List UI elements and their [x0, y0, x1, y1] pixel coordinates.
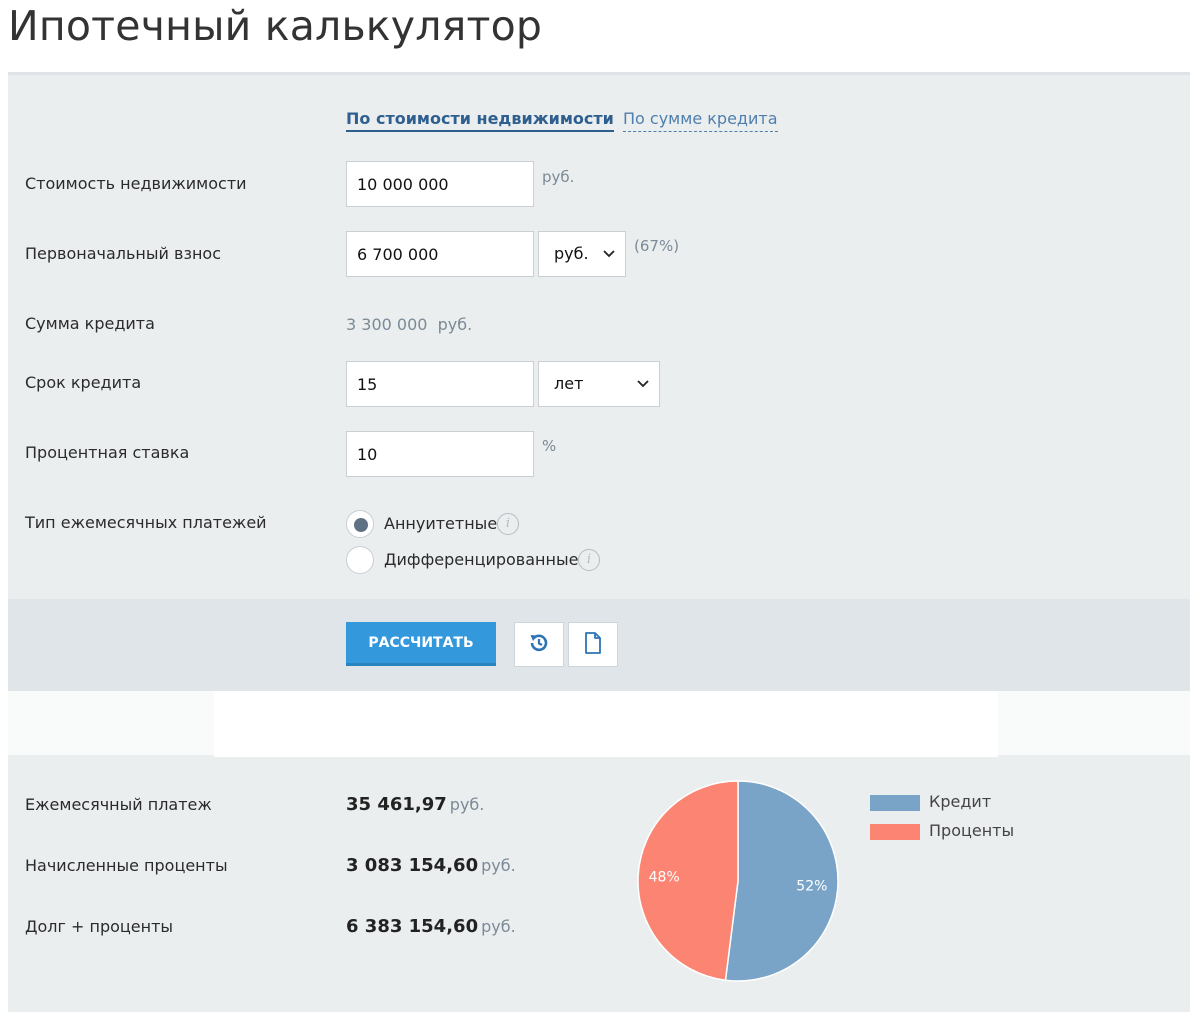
down-payment-label: Первоначальный взнос: [25, 244, 221, 263]
down-payment-unit-select[interactable]: руб.: [538, 231, 626, 277]
document-icon: [583, 631, 603, 659]
down-payment-percent: (67%): [634, 237, 680, 255]
pie-label-credit: 52%: [796, 879, 827, 895]
accrued-interest-unit: руб.: [481, 856, 516, 875]
payment-type-label: Тип ежемесячных платежей: [25, 513, 267, 532]
total-debt-number: 6 383 154,60: [346, 916, 479, 937]
monthly-payment-unit: руб.: [449, 795, 485, 814]
radio-differentiated-label[interactable]: Дифференцированные: [384, 550, 578, 569]
total-debt-label: Долг + проценты: [25, 917, 174, 936]
calculate-button[interactable]: РАССЧИТАТЬ: [346, 622, 496, 666]
loan-amount-value: 3 300 000 руб.: [346, 315, 472, 334]
property-cost-label: Стоимость недвижимости: [25, 174, 247, 193]
rate-input[interactable]: [346, 431, 534, 477]
down-payment-unit-value: руб.: [554, 244, 589, 263]
accrued-interest-number: 3 083 154,60: [346, 855, 479, 876]
legend-swatch-interest: [870, 824, 920, 840]
radio-selected-dot: [354, 518, 368, 532]
total-debt-unit: руб.: [481, 917, 516, 936]
blank-area: [214, 691, 998, 757]
rate-label: Процентная ставка: [25, 443, 190, 462]
reset-button[interactable]: [514, 622, 564, 667]
monthly-payment-label: Ежемесячный платеж: [25, 795, 212, 814]
calculator-panel: По стоимости недвижимости По сумме креди…: [8, 72, 1190, 1012]
radio-annuity-label[interactable]: Аннуитетные: [384, 514, 497, 533]
loan-amount-label: Сумма кредита: [25, 314, 155, 333]
legend-label-interest: Проценты: [929, 821, 1015, 840]
term-input[interactable]: [346, 361, 534, 407]
info-icon[interactable]: i: [497, 513, 519, 535]
loan-amount-unit: руб.: [437, 315, 473, 334]
accrued-interest-label: Начисленные проценты: [25, 856, 228, 875]
legend-label-credit: Кредит: [929, 792, 992, 811]
property-cost-input[interactable]: [346, 161, 534, 207]
reset-icon: [528, 632, 550, 658]
document-button[interactable]: [568, 622, 618, 667]
monthly-payment-number: 35 461,97: [346, 794, 447, 815]
down-payment-input[interactable]: [346, 231, 534, 277]
accrued-interest-value: 3 083 154,60 руб.: [346, 855, 516, 876]
legend-swatch-credit: [870, 795, 920, 811]
radio-annuity[interactable]: [346, 510, 374, 538]
action-bar: РАССЧИТАТЬ: [8, 599, 1190, 689]
radio-differentiated[interactable]: [346, 546, 374, 574]
loan-amount-number: 3 300 000: [346, 315, 428, 334]
info-icon[interactable]: i: [578, 549, 600, 571]
property-cost-unit: руб.: [542, 168, 575, 186]
tab-by-loan-amount[interactable]: По сумме кредита: [623, 109, 778, 132]
results-divider: [8, 689, 1190, 757]
total-debt-value: 6 383 154,60 руб.: [346, 916, 516, 937]
chevron-down-icon: [637, 362, 649, 424]
term-unit-value: лет: [554, 374, 584, 393]
monthly-payment-value: 35 461,97 руб.: [346, 794, 484, 815]
term-label: Срок кредита: [25, 373, 142, 392]
term-unit-select[interactable]: лет: [538, 361, 660, 407]
payment-pie-chart: 52% 48%: [637, 780, 839, 982]
pie-label-interest: 48%: [649, 869, 680, 885]
chevron-down-icon: [603, 232, 615, 294]
page-title: Ипотечный калькулятор: [8, 2, 543, 50]
tab-by-property-cost[interactable]: По стоимости недвижимости: [346, 109, 614, 132]
rate-unit: %: [542, 437, 557, 455]
